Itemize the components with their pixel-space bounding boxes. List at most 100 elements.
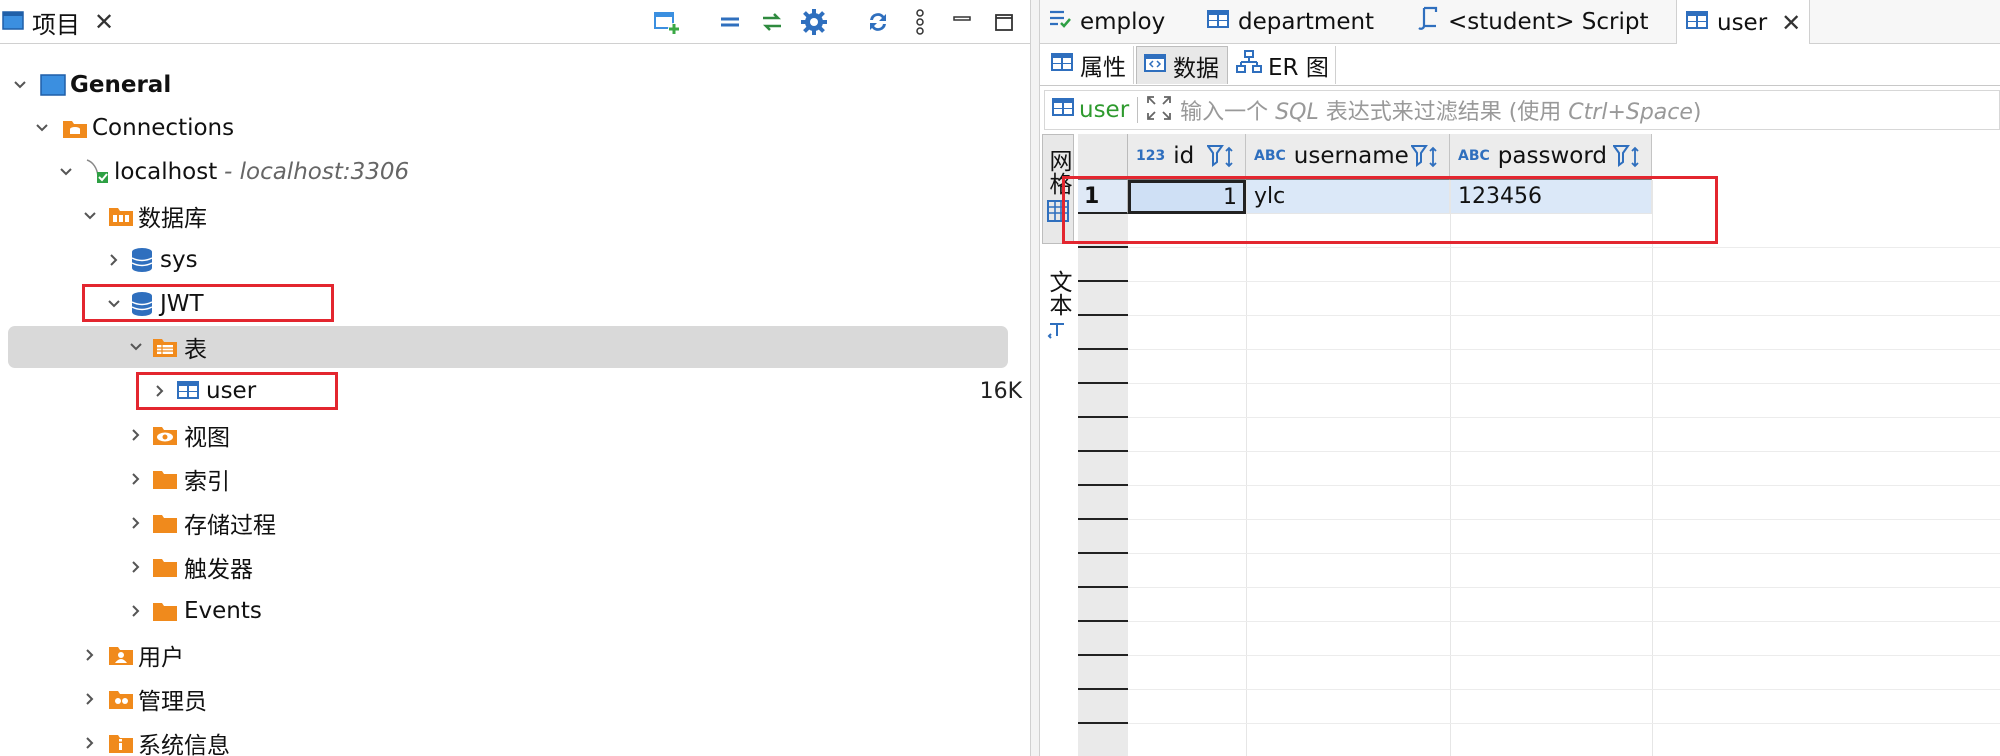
table-icon bbox=[176, 379, 202, 405]
maximize-icon[interactable] bbox=[990, 8, 1018, 36]
row-number[interactable]: 1 bbox=[1078, 180, 1128, 214]
vtab-text[interactable]: 文本 bbox=[1042, 264, 1074, 364]
tree-item-general[interactable]: General bbox=[0, 64, 1030, 106]
tree-label: sys bbox=[160, 247, 198, 273]
number-type-icon: 123 bbox=[1136, 148, 1166, 164]
folder-icon bbox=[152, 554, 178, 580]
tree-item-views[interactable]: 视图 bbox=[0, 414, 1030, 456]
collapse-all-icon[interactable] bbox=[716, 8, 744, 36]
project-tab[interactable]: 项目 ✕ bbox=[0, 0, 114, 44]
result-view-tabs: 网格 文本 bbox=[1040, 134, 1076, 754]
chevron-right-icon[interactable] bbox=[126, 469, 146, 489]
cell-password[interactable]: 123456 bbox=[1450, 180, 1652, 214]
connection-address: - localhost:3306 bbox=[224, 159, 410, 185]
tree-item-databases[interactable]: 数据库 bbox=[0, 195, 1030, 237]
filter-sort-icon[interactable] bbox=[1612, 144, 1643, 174]
filter-placeholder-part: Ctrl+Space bbox=[1568, 100, 1693, 125]
databases-folder-icon bbox=[108, 203, 134, 229]
close-icon[interactable]: ✕ bbox=[94, 8, 114, 36]
vtab-grid[interactable]: 网格 bbox=[1042, 134, 1074, 244]
chevron-right-icon[interactable] bbox=[104, 250, 124, 270]
cell-id[interactable]: 1 bbox=[1128, 180, 1246, 214]
tree-item-connections[interactable]: Connections bbox=[0, 107, 1030, 149]
subtab-properties[interactable]: 属性 bbox=[1044, 46, 1134, 84]
project-panel: 项目 ✕ General Connections localhost - loc… bbox=[0, 0, 1030, 756]
refresh-icon[interactable] bbox=[864, 8, 892, 36]
subtab-er-diagram[interactable]: ER 图 bbox=[1230, 46, 1336, 84]
views-folder-icon bbox=[152, 422, 178, 448]
tree-label: 触发器 bbox=[184, 557, 253, 583]
chevron-right-icon[interactable] bbox=[126, 513, 146, 533]
new-connection-icon[interactable] bbox=[652, 8, 680, 36]
tree-label: 表 bbox=[184, 337, 207, 363]
tree-item-triggers[interactable]: 触发器 bbox=[0, 546, 1030, 588]
subtab-data[interactable]: 数据 bbox=[1136, 46, 1228, 84]
chevron-down-icon[interactable] bbox=[56, 162, 76, 182]
tab-label: department bbox=[1238, 9, 1375, 35]
tab-label: user bbox=[1717, 9, 1768, 36]
tree-item-localhost[interactable]: localhost - localhost:3306 bbox=[0, 151, 1030, 193]
users-folder-icon bbox=[108, 642, 134, 668]
tree-item-system-info[interactable]: 系统信息 bbox=[0, 722, 1030, 756]
cell-username[interactable]: ylc bbox=[1246, 180, 1450, 214]
tree-item-sys[interactable]: sys bbox=[0, 239, 1030, 281]
minimize-icon[interactable] bbox=[948, 8, 976, 36]
project-tab-label: 项目 bbox=[32, 10, 80, 39]
tree-item-admins[interactable]: 管理员 bbox=[0, 678, 1030, 720]
tree-label: 数据库 bbox=[138, 206, 207, 232]
chevron-down-icon[interactable] bbox=[32, 118, 52, 138]
editor-subtabs: 属性 数据 ER 图 bbox=[1040, 44, 2000, 86]
close-icon[interactable]: ✕ bbox=[1781, 9, 1801, 37]
project-toolbar bbox=[652, 6, 1018, 38]
more-options-icon[interactable] bbox=[906, 8, 934, 36]
chevron-down-icon[interactable] bbox=[10, 75, 30, 95]
chevron-right-icon[interactable] bbox=[80, 689, 100, 709]
tree-item-jwt[interactable]: JWT bbox=[0, 283, 1030, 325]
link-editor-icon[interactable] bbox=[758, 8, 786, 36]
database-icon bbox=[130, 247, 156, 273]
chevron-right-icon[interactable] bbox=[126, 425, 146, 445]
filter-sort-icon[interactable] bbox=[1410, 144, 1441, 174]
chevron-right-icon[interactable] bbox=[80, 645, 100, 665]
tree-label: Events bbox=[184, 598, 262, 624]
vtab-label: 文本 bbox=[1045, 270, 1071, 316]
tree-item-user-table[interactable]: user 16K bbox=[0, 370, 1030, 412]
chevron-right-icon[interactable] bbox=[126, 601, 146, 621]
column-header-id[interactable]: 123 id bbox=[1128, 134, 1246, 180]
filter-input[interactable]: 输入一个 SQL 表达式来过滤结果 (使用 Ctrl+Space) bbox=[1180, 94, 1701, 126]
tree-item-indexes[interactable]: 索引 bbox=[0, 458, 1030, 500]
table-icon bbox=[1206, 8, 1230, 36]
tab-employ[interactable]: employ bbox=[1044, 0, 1194, 44]
chevron-right-icon[interactable] bbox=[80, 733, 100, 753]
tab-student-script[interactable]: <student> Script bbox=[1418, 0, 1668, 44]
filter-sort-icon[interactable] bbox=[1206, 144, 1237, 174]
filter-table-selector[interactable]: user bbox=[1051, 96, 1129, 124]
chevron-down-icon[interactable] bbox=[104, 294, 124, 314]
chevron-down-icon[interactable] bbox=[126, 337, 146, 357]
tree-label: localhost bbox=[114, 159, 218, 185]
chevron-right-icon[interactable] bbox=[126, 557, 146, 577]
admins-folder-icon bbox=[108, 686, 134, 712]
table-icon bbox=[1050, 51, 1074, 79]
tree-label: 用户 bbox=[138, 645, 184, 671]
column-header-password[interactable]: ABC password bbox=[1450, 134, 1652, 180]
editor-panel: employ department <student> Script user … bbox=[1040, 0, 2000, 756]
column-header-username[interactable]: ABC username bbox=[1246, 134, 1450, 180]
tree-item-tables[interactable]: 表 bbox=[0, 326, 1030, 368]
settings-gear-icon[interactable] bbox=[800, 8, 828, 36]
column-name: password bbox=[1497, 143, 1607, 169]
tree-item-events[interactable]: Events bbox=[0, 590, 1030, 632]
panel-splitter[interactable] bbox=[1030, 0, 1040, 756]
script-icon bbox=[1418, 6, 1440, 38]
tab-user[interactable]: user ✕ bbox=[1676, 0, 1810, 45]
tree-item-users[interactable]: 用户 bbox=[0, 634, 1030, 676]
mysql-connection-icon bbox=[84, 157, 110, 183]
chevron-down-icon[interactable] bbox=[80, 206, 100, 226]
tree-item-procedures[interactable]: 存储过程 bbox=[0, 502, 1030, 544]
er-diagram-icon bbox=[1236, 50, 1262, 80]
chevron-right-icon[interactable] bbox=[150, 381, 170, 401]
expand-icon[interactable] bbox=[1146, 95, 1172, 125]
tab-department[interactable]: department bbox=[1206, 0, 1396, 44]
table-size: 16K bbox=[979, 378, 1022, 404]
tab-label: employ bbox=[1080, 9, 1166, 35]
